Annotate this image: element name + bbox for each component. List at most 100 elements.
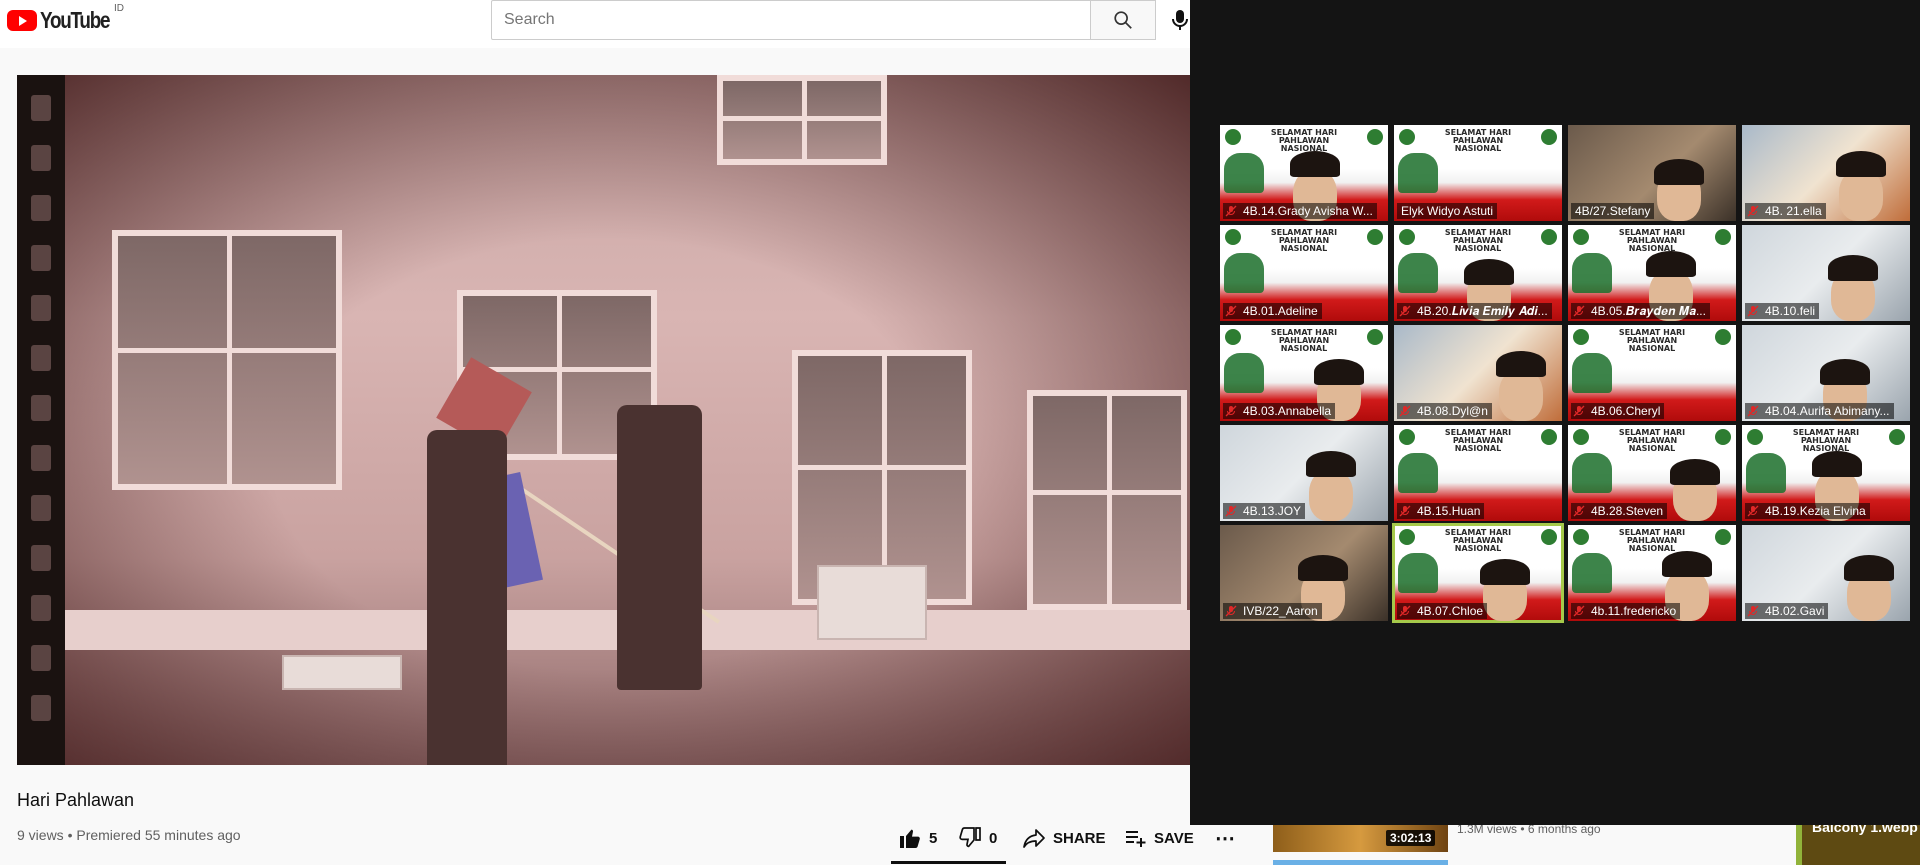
more-actions-button[interactable]: ⋯ bbox=[1215, 820, 1235, 856]
school-logo-icon bbox=[1573, 529, 1589, 545]
participant-name: 4B.06.Cheryl bbox=[1571, 403, 1665, 419]
mic-muted-icon bbox=[1399, 505, 1411, 517]
participant-name: 4B.19.Kezia Elvina bbox=[1745, 503, 1870, 519]
participant-tile[interactable]: SELAMAT HARI PAHLAWAN NASIONAL 4B.05.𝑩𝒓𝒂𝒚… bbox=[1568, 225, 1736, 321]
participant-name: IVB/22_Aaron bbox=[1223, 603, 1322, 619]
poster-title: SELAMAT HARI PAHLAWAN NASIONAL bbox=[1270, 328, 1338, 353]
participant-tile[interactable]: 4B.02.Gavi bbox=[1742, 525, 1910, 621]
participant-tile[interactable]: 4B.13.JOY bbox=[1220, 425, 1388, 521]
mic-muted-icon bbox=[1747, 205, 1759, 217]
youtube-header: YouTube ID bbox=[0, 0, 1190, 48]
poster-figure bbox=[1572, 453, 1612, 493]
like-underline bbox=[891, 861, 1006, 864]
building-window bbox=[717, 75, 887, 165]
participant-tile[interactable]: 4B.10.feli bbox=[1742, 225, 1910, 321]
participant-name: 4B.14.Grady Avisha W... bbox=[1223, 203, 1377, 219]
participant-tile[interactable]: SELAMAT HARI PAHLAWAN NASIONAL 4B.06.Cher… bbox=[1568, 325, 1736, 421]
participant-video bbox=[1812, 451, 1862, 477]
mic-muted-icon bbox=[1399, 605, 1411, 617]
participant-tile[interactable]: 4B. 21.ella bbox=[1742, 125, 1910, 221]
mic-muted-icon bbox=[1225, 505, 1237, 517]
participant-tile[interactable]: SELAMAT HARI PAHLAWAN NASIONAL 4B.20.𝑳𝒊𝒗𝒊… bbox=[1394, 225, 1562, 321]
school-logo-icon bbox=[1541, 229, 1557, 245]
participant-tile[interactable]: IVB/22_Aaron bbox=[1220, 525, 1388, 621]
dislike-count: 0 bbox=[989, 829, 998, 847]
video-duration-badge: 3:02:13 bbox=[1386, 830, 1436, 846]
like-button[interactable]: 5 bbox=[898, 820, 937, 856]
participant-video bbox=[1844, 555, 1894, 581]
participant-tile[interactable]: SELAMAT HARI PAHLAWAN NASIONAL 4B.14.Grad… bbox=[1220, 125, 1388, 221]
participant-tile[interactable]: 4B.08.Dyl@n bbox=[1394, 325, 1562, 421]
participant-tile[interactable]: SELAMAT HARI PAHLAWAN NASIONAL 4B.19.Kezi… bbox=[1742, 425, 1910, 521]
participant-tile[interactable]: SELAMAT HARI PAHLAWAN NASIONAL 4B.01.Adel… bbox=[1220, 225, 1388, 321]
building-window bbox=[1027, 390, 1187, 610]
participant-video bbox=[1298, 555, 1348, 581]
share-icon bbox=[1023, 829, 1045, 848]
mic-muted-icon bbox=[1573, 405, 1585, 417]
school-logo-icon bbox=[1541, 429, 1557, 445]
school-logo-icon bbox=[1225, 229, 1241, 245]
mic-muted-icon bbox=[1573, 505, 1585, 517]
more-icon: ⋯ bbox=[1215, 827, 1235, 850]
school-logo-icon bbox=[1573, 429, 1589, 445]
participant-tile[interactable]: SELAMAT HARI PAHLAWAN NASIONAL 4b.11.fred… bbox=[1568, 525, 1736, 621]
school-logo-icon bbox=[1367, 229, 1383, 245]
playlist-add-icon bbox=[1126, 831, 1146, 847]
person-figure bbox=[617, 405, 702, 690]
search-button[interactable] bbox=[1090, 0, 1156, 40]
participant-tile[interactable]: SELAMAT HARI PAHLAWAN NASIONAL 4B.28.Stev… bbox=[1568, 425, 1736, 521]
search-input[interactable] bbox=[491, 0, 1091, 40]
video-meta: 9 views • Premiered 55 minutes ago bbox=[17, 827, 241, 843]
poster-figure bbox=[1398, 153, 1438, 193]
participant-tile[interactable]: SELAMAT HARI PAHLAWAN NASIONAL 4B.07.Chlo… bbox=[1392, 523, 1564, 623]
youtube-wordmark: YouTube bbox=[40, 7, 111, 33]
school-logo-icon bbox=[1889, 429, 1905, 445]
dislike-button[interactable]: 0 bbox=[958, 820, 997, 856]
poster-figure bbox=[1398, 253, 1438, 293]
poster-figure bbox=[1572, 553, 1612, 593]
microphone-icon[interactable] bbox=[1170, 8, 1190, 32]
youtube-play-icon bbox=[7, 10, 37, 31]
youtube-logo[interactable]: YouTube ID bbox=[7, 3, 124, 34]
participant-name: 4B.28.Steven bbox=[1571, 503, 1668, 519]
school-logo-icon bbox=[1399, 129, 1415, 145]
video-title: Hari Pahlawan bbox=[17, 790, 135, 810]
participant-tile[interactable]: SELAMAT HARI PAHLAWAN NASIONAL 4B.15.Huan bbox=[1394, 425, 1562, 521]
air-conditioner bbox=[817, 565, 927, 640]
film-strip-border bbox=[17, 75, 65, 765]
poster-figure bbox=[1746, 453, 1786, 493]
participant-tile[interactable]: 4B/27.Stefany bbox=[1568, 125, 1736, 221]
video-player[interactable] bbox=[17, 75, 1190, 765]
participant-name: 4B.04.Aurifa Abimany... bbox=[1745, 403, 1894, 419]
participant-name: Elyk Widyo Astuti bbox=[1397, 203, 1498, 219]
school-logo-icon bbox=[1225, 129, 1241, 145]
school-logo-icon bbox=[1715, 229, 1731, 245]
participant-video bbox=[1480, 559, 1530, 585]
participant-video bbox=[1464, 259, 1514, 285]
poster-figure bbox=[1572, 253, 1612, 293]
mic-muted-icon bbox=[1573, 605, 1585, 617]
participant-video bbox=[1662, 551, 1712, 577]
mic-muted-icon bbox=[1573, 305, 1585, 317]
participant-video bbox=[1836, 151, 1886, 177]
participant-tile[interactable]: 4B.04.Aurifa Abimany... bbox=[1742, 325, 1910, 421]
share-label: SHARE bbox=[1053, 829, 1106, 847]
poster-title: SELAMAT HARI PAHLAWAN NASIONAL bbox=[1444, 428, 1512, 453]
school-logo-icon bbox=[1573, 229, 1589, 245]
save-button[interactable]: SAVE bbox=[1123, 820, 1194, 856]
share-button[interactable]: SHARE bbox=[1022, 820, 1106, 856]
poster-title: SELAMAT HARI PAHLAWAN NASIONAL bbox=[1618, 528, 1686, 553]
poster-title: SELAMAT HARI PAHLAWAN NASIONAL bbox=[1270, 228, 1338, 253]
mic-muted-icon bbox=[1399, 405, 1411, 417]
recommendation-thumbnail[interactable] bbox=[1273, 860, 1448, 865]
poster-title: SELAMAT HARI PAHLAWAN NASIONAL bbox=[1444, 528, 1512, 553]
participant-tile[interactable]: SELAMAT HARI PAHLAWAN NASIONAL Elyk Widyo… bbox=[1394, 125, 1562, 221]
mic-muted-icon bbox=[1225, 205, 1237, 217]
participant-name: 4B.08.Dyl@n bbox=[1397, 403, 1492, 419]
participant-tile[interactable]: SELAMAT HARI PAHLAWAN NASIONAL 4B.03.Anna… bbox=[1220, 325, 1388, 421]
mic-muted-icon bbox=[1747, 505, 1759, 517]
search-icon bbox=[1114, 11, 1132, 29]
mic-muted-icon bbox=[1747, 405, 1759, 417]
like-count: 5 bbox=[929, 829, 938, 847]
participant-name: 4B.20.𝑳𝒊𝒗𝒊𝒂 𝑬𝒎𝒊𝒍𝒚 𝑨𝒅𝒊... bbox=[1397, 303, 1552, 319]
